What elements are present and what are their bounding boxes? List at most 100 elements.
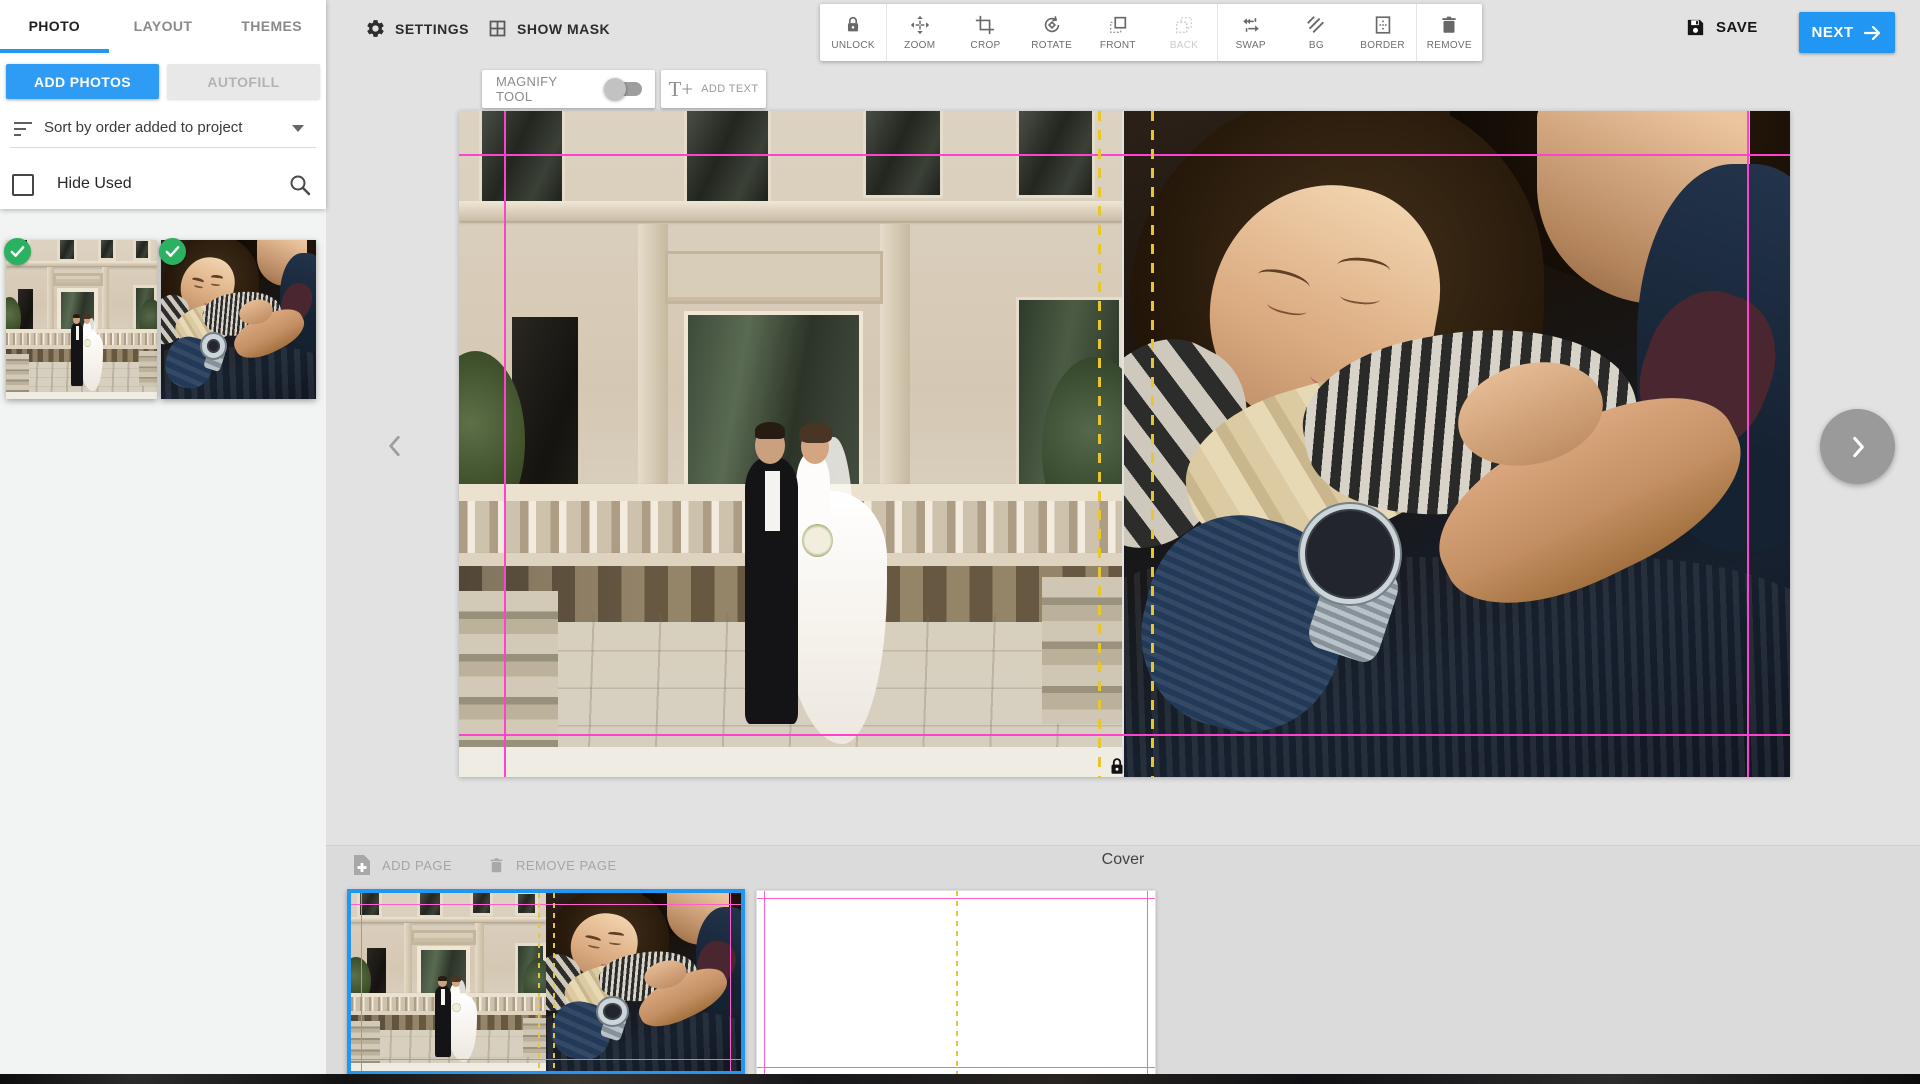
- save-floppy-icon: [1687, 19, 1704, 36]
- photo-wedding: [459, 111, 1122, 777]
- thumb-guide: [757, 898, 1155, 899]
- wedding-photo-art: [351, 893, 546, 1071]
- photo-hug: [1124, 111, 1790, 777]
- wedding-photo-art: [6, 240, 157, 399]
- trash-icon: [1442, 16, 1457, 33]
- left-page-photo[interactable]: [459, 111, 1122, 777]
- background-button[interactable]: BG: [1283, 4, 1349, 61]
- crop-button[interactable]: CROP: [952, 4, 1018, 61]
- tool-label: CROP: [970, 40, 1001, 51]
- arrow-right-icon: [1863, 25, 1880, 40]
- settings-label: SETTINGS: [395, 20, 470, 37]
- used-check-badge: [159, 238, 186, 265]
- previous-spread-button[interactable]: [382, 424, 412, 468]
- search-icon[interactable]: [288, 173, 312, 197]
- background-hatch-icon: [1307, 16, 1325, 33]
- sidebar: PHOTO LAYOUT THEMES ADD PHOTOS AUTOFILL …: [0, 0, 326, 1084]
- add-text-button[interactable]: T+ ADD TEXT: [661, 70, 766, 108]
- locked-photo-badge[interactable]: [1106, 755, 1128, 777]
- add-photos-button[interactable]: ADD PHOTOS: [6, 64, 159, 99]
- active-tab-underline: [0, 49, 109, 53]
- hug-photo-art: [1124, 111, 1790, 777]
- border-frame-icon: [1375, 16, 1390, 34]
- rotate-button[interactable]: ROTATE: [1019, 4, 1085, 61]
- thumb-photo-hug: [546, 893, 741, 1071]
- save-button[interactable]: SAVE: [1684, 16, 1758, 39]
- next-button[interactable]: NEXT: [1799, 12, 1895, 53]
- remove-page-label: REMOVE PAGE: [516, 857, 617, 873]
- right-page-photo[interactable]: [1124, 111, 1790, 777]
- remove-button[interactable]: REMOVE: [1415, 4, 1482, 61]
- toggle-knob: [603, 78, 626, 100]
- tool-label: ZOOM: [904, 40, 936, 51]
- tool-label: FRONT: [1099, 40, 1136, 51]
- bring-front-button[interactable]: FRONT: [1085, 4, 1151, 61]
- settings-button[interactable]: SETTINGS: [365, 18, 469, 39]
- wedding-photo-art: [459, 111, 1122, 777]
- send-back-button[interactable]: BACK: [1151, 4, 1217, 61]
- thumb-guide: [764, 891, 765, 1075]
- tool-label: BG: [1308, 40, 1324, 51]
- tab-themes[interactable]: THEMES: [217, 0, 326, 52]
- add-text-label: ADD TEXT: [701, 83, 759, 95]
- chevron-down-icon: [292, 125, 304, 132]
- spread-thumbnail-cover-selected[interactable]: [347, 889, 745, 1075]
- spread-thumbnail-blank[interactable]: [756, 890, 1156, 1076]
- next-spreads-row-edge[interactable]: [0, 1074, 1920, 1084]
- chevron-left-icon: [389, 435, 400, 457]
- cover-spread-canvas: [459, 111, 1790, 777]
- show-mask-label: SHOW MASK: [517, 20, 611, 37]
- add-page-icon: [354, 855, 370, 875]
- thumb-guide: [757, 1067, 1155, 1068]
- sidebar-panel: PHOTO LAYOUT THEMES ADD PHOTOS AUTOFILL …: [0, 0, 326, 209]
- magnify-toggle[interactable]: [603, 78, 642, 100]
- gear-icon: [367, 20, 384, 37]
- tool-label: BACK: [1169, 40, 1199, 51]
- add-page-label: ADD PAGE: [382, 857, 453, 873]
- pages-film-strip: ADD PAGE REMOVE PAGE Cover: [326, 845, 1920, 1084]
- thumb-spine-guide: [956, 891, 958, 1075]
- zoom-button[interactable]: ZOOM: [886, 4, 952, 61]
- tool-label: ROTATE: [1031, 40, 1073, 51]
- move-arrows-icon: [910, 15, 929, 35]
- tool-label: UNLOCK: [831, 40, 875, 51]
- sort-label: Sort by order added to project: [44, 119, 243, 136]
- magnify-tool-box: MAGNIFY TOOL: [482, 70, 655, 108]
- tab-photo[interactable]: PHOTO: [0, 0, 109, 52]
- tool-label: REMOVE: [1426, 40, 1472, 51]
- swap-button[interactable]: SWAP: [1217, 4, 1283, 61]
- lock-icon: [848, 16, 859, 32]
- save-label: SAVE: [1716, 19, 1758, 36]
- swap-arrows-icon: [1242, 18, 1259, 32]
- rotate-icon: [1044, 16, 1059, 33]
- hug-photo-art: [161, 240, 316, 399]
- show-mask-button[interactable]: SHOW MASK: [487, 18, 610, 39]
- thumb-photo-wedding: [351, 893, 546, 1071]
- tab-layout[interactable]: LAYOUT: [109, 0, 218, 52]
- edit-toolbar: UNLOCK ZOOM CROP ROTATE FRONT BACK SWAP …: [820, 4, 1482, 61]
- chevron-right-icon: [1852, 436, 1864, 457]
- library-photo-wedding[interactable]: [4, 238, 157, 399]
- library-photo-hug[interactable]: [159, 238, 316, 399]
- remove-page-trash-icon: [490, 857, 503, 872]
- add-page-button[interactable]: ADD PAGE: [352, 850, 452, 880]
- autofill-button[interactable]: AUTOFILL: [167, 64, 320, 99]
- current-page-label: Cover: [1101, 851, 1145, 868]
- hide-used-checkbox[interactable]: [12, 174, 34, 196]
- crop-icon: [976, 15, 995, 35]
- grid-mask-icon: [489, 20, 506, 37]
- next-spread-button[interactable]: [1820, 409, 1895, 484]
- send-back-icon: [1175, 16, 1193, 34]
- used-check-badge: [4, 238, 31, 265]
- tool-label: SWAP: [1235, 40, 1266, 51]
- border-button[interactable]: BORDER: [1350, 4, 1416, 61]
- hug-photo-art: [546, 893, 741, 1071]
- hide-used-row: Hide Used: [0, 163, 326, 209]
- bring-front-icon: [1109, 16, 1127, 34]
- photo-thumbnail: [6, 240, 157, 399]
- sort-dropdown[interactable]: Sort by order added to project: [0, 114, 326, 147]
- add-text-icon: T+: [668, 76, 694, 101]
- magnify-tool-label: MAGNIFY TOOL: [496, 74, 558, 104]
- remove-page-button[interactable]: REMOVE PAGE: [487, 850, 617, 880]
- unlock-button[interactable]: UNLOCK: [820, 4, 886, 61]
